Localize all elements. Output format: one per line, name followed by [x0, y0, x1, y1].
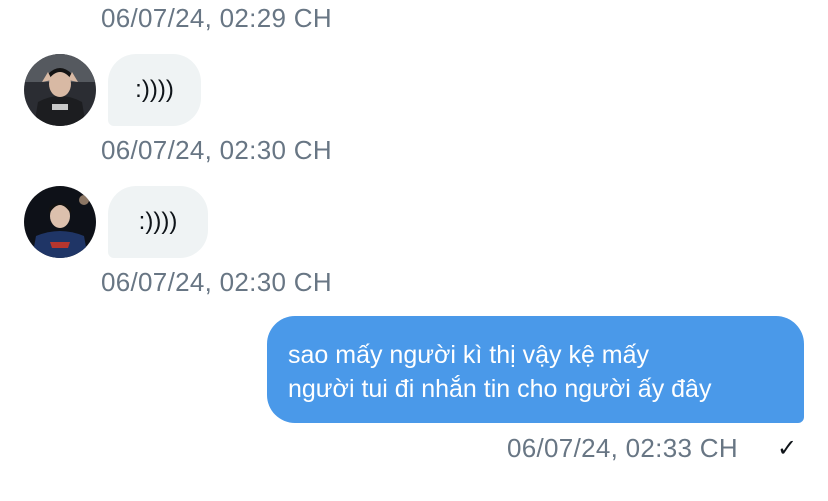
message-bubble[interactable]: :)))) — [108, 186, 208, 258]
message-timestamp: 06/07/24, 02:29 CH — [101, 3, 332, 33]
message-bubble[interactable]: :)))) — [108, 54, 201, 126]
checkmark-icon: ✓ — [777, 435, 798, 462]
message-timestamp: 06/07/24, 02:33 CH — [507, 433, 738, 463]
user-avatar[interactable] — [24, 54, 96, 126]
user-avatar[interactable] — [24, 186, 96, 258]
message-line: sao mấy người kì thị vậy kệ mấy — [288, 341, 650, 369]
outgoing-message-bubble[interactable]: sao mấy người kì thị vậy kệ mấy người tu… — [267, 316, 804, 423]
message-line: người tui đi nhắn tin cho người ấy đây — [288, 375, 712, 403]
message-timestamp: 06/07/24, 02:30 CH — [101, 135, 332, 165]
message-timestamp: 06/07/24, 02:30 CH — [101, 267, 332, 297]
